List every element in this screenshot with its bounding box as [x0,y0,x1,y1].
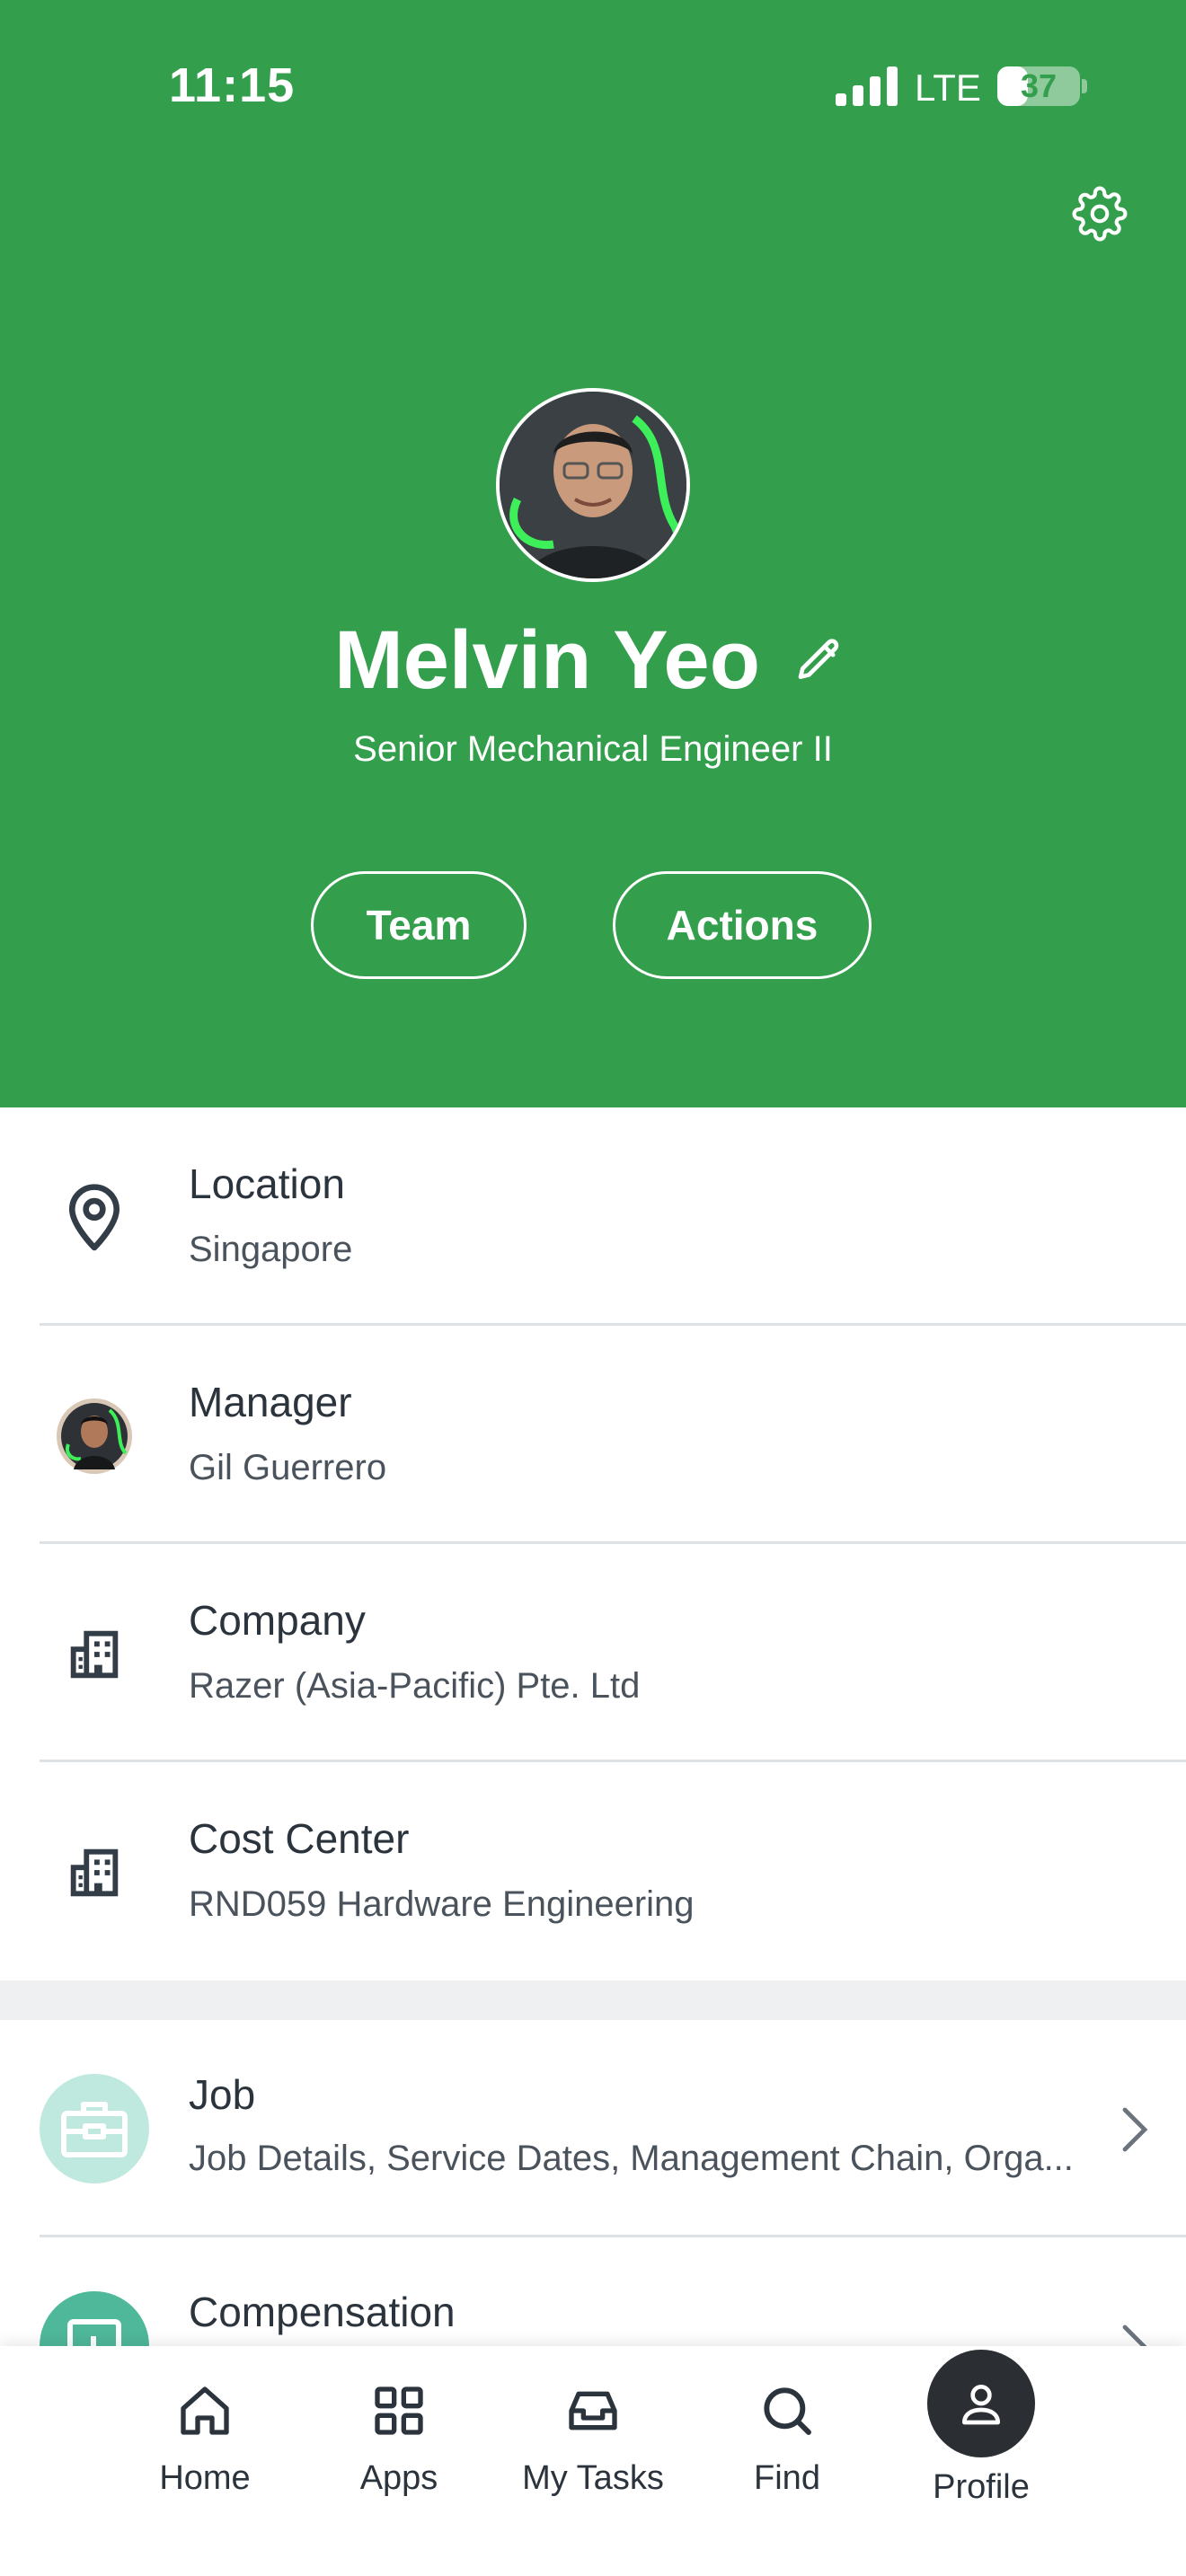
chevron-right-icon [1122,2107,1148,2152]
tab-apps[interactable]: Apps [309,2373,489,2526]
settings-button[interactable] [1066,180,1134,248]
name-row: Melvin Yeo [0,611,1186,710]
tab-find[interactable]: Find [697,2373,877,2526]
info-row-company[interactable]: Company Razer (Asia-Pacific) Pte. Ltd [0,1544,1186,1762]
info-value: Singapore [189,1230,353,1269]
inbox-icon [569,2391,617,2430]
info-value: Razer (Asia-Pacific) Pte. Ltd [189,1666,641,1706]
manager-avatar [54,1396,135,1477]
info-row-location[interactable]: Location Singapore [0,1107,1186,1326]
tab-label: My Tasks [522,2459,664,2497]
actions-button[interactable]: Actions [613,871,872,979]
profile-tab-active [927,2350,1035,2457]
battery-cap [1082,79,1087,93]
info-label: Manager [189,1379,352,1425]
status-bar: 11:15 LTE 37 [0,0,1186,180]
info-value: Gil Guerrero [189,1448,387,1487]
profile-header: 11:15 LTE 37 Melvin Yeo Senior Mechanica… [0,0,1186,1107]
section-summary: Job Details, Service Dates, Management C… [189,2139,1074,2178]
job-title: Senior Mechanical Engineer II [353,729,833,769]
profile-name: Melvin Yeo [334,613,760,706]
apps-grid-icon [375,2386,423,2435]
location-pin-icon [54,1178,135,1258]
home-icon [181,2386,229,2435]
building-icon [54,1614,135,1695]
avatar-photo [500,392,686,578]
tab-my-tasks[interactable]: My Tasks [503,2373,683,2526]
bottom-tab-bar: Home Apps My Tasks Find Profile [0,2346,1186,2576]
pencil-icon [798,639,839,679]
network-type: LTE [915,66,981,109]
gear-icon [1072,186,1128,242]
section-job[interactable]: Job Job Details, Service Dates, Manageme… [0,2020,1186,2237]
info-value: RND059 Hardware Engineering [189,1884,695,1924]
building-icon [54,1832,135,1913]
team-button[interactable]: Team [311,871,527,979]
info-label: Location [189,1160,345,1207]
info-row-cost-center[interactable]: Cost Center RND059 Hardware Engineering [0,1762,1186,1981]
tab-label: Apps [359,2459,438,2497]
section-label: Compensation [189,2289,456,2335]
briefcase-icon [40,2074,149,2183]
section-label: Job [189,2071,256,2118]
tab-label: Profile [933,2468,1030,2506]
status-time: 11:15 [169,58,296,112]
info-label: Cost Center [189,1815,410,1862]
tab-home[interactable]: Home [115,2373,295,2526]
info-list: Location Singapore Manager Gil Guerrero [0,1107,1186,1981]
tab-profile[interactable]: Profile [891,2350,1071,2526]
battery-percent: 37 [1020,67,1058,104]
info-row-manager[interactable]: Manager Gil Guerrero [0,1326,1186,1544]
tab-label: Find [754,2459,820,2497]
profile-avatar[interactable] [496,388,690,582]
person-icon [962,2385,1000,2425]
battery-icon: 37 [997,66,1080,106]
section-separator [0,1981,1186,2020]
search-icon [764,2387,811,2435]
signal-icon [836,66,898,106]
edit-name-button[interactable] [787,628,852,693]
info-label: Company [189,1597,366,1644]
tab-label: Home [159,2459,251,2497]
